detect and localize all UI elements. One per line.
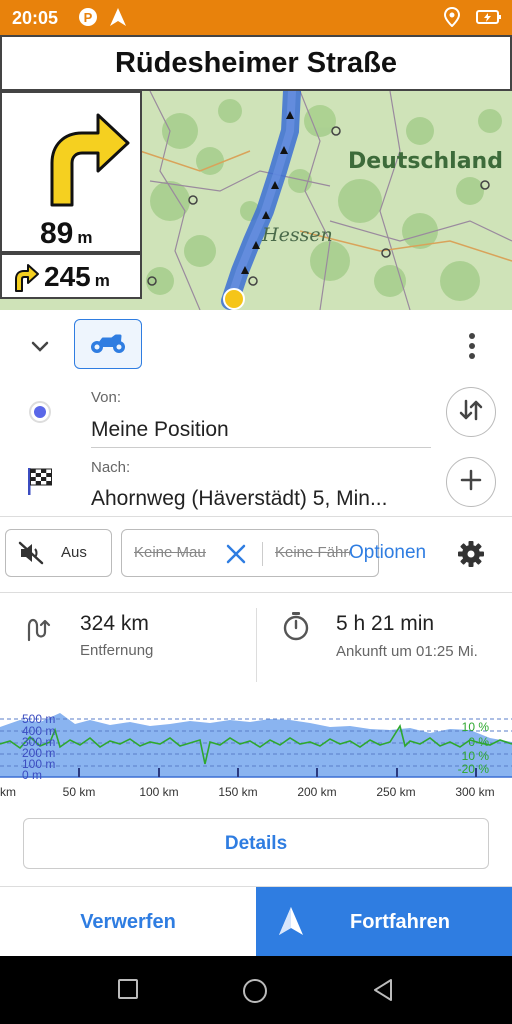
continue-button[interactable]: Fortfahren [256, 887, 512, 957]
distance-label: Entfernung [80, 642, 154, 659]
swap-icon [458, 398, 484, 427]
speaker-muted-icon [18, 541, 44, 570]
from-label: Von: [91, 389, 122, 406]
x-label-50: 50 km [63, 785, 96, 799]
more-options-icon[interactable] [458, 330, 486, 362]
from-location-dot-icon [29, 401, 51, 423]
x-label-0: km [0, 785, 16, 799]
next-turn-distance: 245 m [44, 261, 110, 292]
slope-label-minus20: -20 % [458, 762, 490, 776]
status-time: 20:05 [12, 8, 59, 28]
chip-separator [262, 542, 263, 566]
sound-toggle-button[interactable]: Aus [5, 529, 112, 577]
to-field[interactable]: Ahornweg (Häverstädt) 5, Min... [91, 487, 431, 511]
slope-label-10: 10 % [462, 720, 490, 734]
timer-icon [282, 611, 310, 646]
from-field[interactable]: Meine Position [91, 418, 431, 442]
destination-flag-icon [27, 466, 53, 501]
y-label-0: 0 m [22, 768, 42, 782]
x-label-150: 150 km [218, 785, 257, 799]
svg-text:P: P [84, 10, 93, 25]
back-icon[interactable] [372, 978, 394, 1007]
next-turn-instruction[interactable]: 245 m [0, 253, 142, 299]
to-label: Nach: [91, 459, 131, 476]
motorcycle-icon [90, 330, 126, 359]
turn-right-small-icon [10, 263, 40, 298]
turn-distance: 89 m [40, 217, 93, 250]
details-button[interactable]: Details [23, 818, 489, 869]
close-icon[interactable] [225, 543, 247, 570]
x-label-100: 100 km [139, 785, 178, 799]
home-icon[interactable] [242, 978, 268, 1009]
profile-button[interactable] [74, 319, 142, 369]
location-pin-icon [443, 6, 461, 32]
duration-value: 5 h 21 min [336, 612, 435, 635]
map-country-label: Deutschland [348, 149, 503, 174]
x-label-250: 250 km [376, 785, 415, 799]
status-bar: 20:05 P [0, 0, 512, 35]
navigation-arrow-icon [278, 906, 304, 942]
navigation-arrow-icon [108, 7, 128, 32]
collapse-chevron-icon[interactable] [26, 332, 54, 360]
options-link[interactable]: Optionen [349, 542, 426, 564]
continue-label: Fortfahren [350, 911, 450, 933]
swap-button[interactable] [446, 387, 496, 437]
slope-label-minus10: 10 % [462, 749, 490, 763]
route-distance-icon [24, 612, 52, 647]
map-region-label: Hessen [262, 224, 333, 246]
system-navigation-bar [0, 956, 512, 1024]
route-panel: Von: Meine Position Nach: Ahornweg (Häve… [0, 310, 512, 886]
avoid-options-chip[interactable]: Keine Maut Keine Fähren [121, 529, 379, 577]
bottom-actions: Verwerfen Fortfahren [0, 886, 512, 957]
turn-right-arrow-icon [30, 105, 132, 214]
avoid-ferries-label: Keine Fähren [275, 544, 350, 561]
x-label-300: 300 km [455, 785, 494, 799]
street-name: Rüdesheimer Straße [114, 46, 398, 79]
avoid-toll-label: Keine Maut [134, 544, 206, 561]
arrival-label: Ankunft um 01:25 Mi. [336, 643, 478, 660]
x-label-200: 200 km [297, 785, 336, 799]
divider [0, 516, 512, 517]
battery-icon [476, 7, 502, 32]
recent-apps-icon[interactable] [117, 978, 139, 1005]
divider [0, 592, 512, 593]
slope-label-0: 0 % [468, 735, 489, 749]
parking-icon: P [78, 7, 98, 32]
turn-instruction[interactable]: 89 m [0, 91, 142, 253]
add-waypoint-button[interactable] [446, 457, 496, 507]
stats-divider [256, 608, 257, 682]
street-name-header: Rüdesheimer Straße [0, 35, 512, 91]
elevation-chart[interactable]: 500 m 400 m 300 m 200 m 100 m 0 m 10 % 0… [0, 700, 512, 800]
plus-icon [459, 468, 483, 497]
gear-icon[interactable] [456, 539, 486, 574]
discard-button[interactable]: Verwerfen [0, 887, 256, 957]
from-field-underline [91, 447, 431, 448]
distance-value: 324 km [80, 612, 149, 635]
sound-label: Aus [61, 544, 87, 561]
